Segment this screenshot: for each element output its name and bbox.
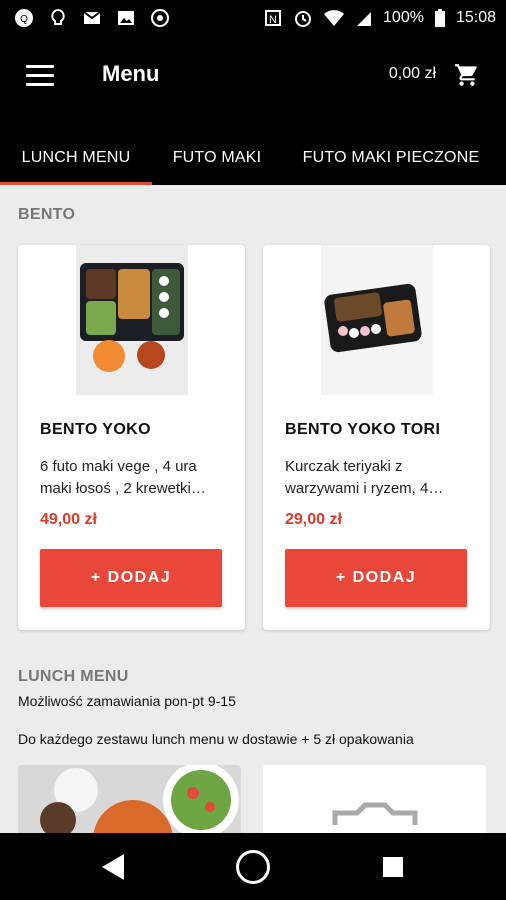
category-tabs: LUNCH MENU FUTO MAKI FUTO MAKI PIECZONE — [0, 130, 506, 185]
alarm-icon — [295, 10, 312, 27]
section-note: Możliwość zamawiania pon-pt 9-15 — [18, 693, 236, 709]
tab-futo-maki[interactable]: FUTO MAKI — [152, 130, 282, 185]
menu-content[interactable]: BENTO BENTO YOKO 6 futo maki vege , 4 ur… — [0, 185, 506, 833]
page-title: Menu — [102, 61, 160, 86]
product-card[interactable] — [18, 765, 241, 833]
app-notification-icon: Q — [15, 8, 33, 27]
section-title-lunch-menu: LUNCH MENU — [18, 668, 129, 685]
product-price: 29,00 zł — [285, 511, 342, 528]
wifi-icon — [324, 9, 345, 26]
product-name: BENTO YOKO — [40, 421, 151, 438]
svg-text:N: N — [269, 14, 277, 26]
svg-text:Q: Q — [20, 14, 28, 25]
product-price: 49,00 zł — [40, 511, 97, 528]
cart-icon[interactable] — [454, 62, 480, 88]
add-to-cart-button[interactable]: + DODAJ — [40, 549, 222, 607]
lightbulb-icon — [51, 8, 65, 25]
battery-icon — [434, 8, 445, 27]
product-description: Kurczak teriyaki z warzywami i ryzem, 4 … — [285, 458, 429, 497]
system-icons: N 100% 15:08 — [263, 8, 496, 28]
gmail-icon — [83, 10, 101, 24]
navigation-bar — [0, 833, 506, 900]
home-icon[interactable] — [236, 850, 270, 884]
tab-futo-maki-pieczone[interactable]: FUTO MAKI PIECZONE — [282, 130, 500, 185]
product-name: BENTO YOKO TORI — [285, 421, 441, 438]
sync-icon — [151, 8, 169, 27]
clock: 15:08 — [455, 8, 496, 26]
product-card[interactable]: BENTO YOKO 6 futo maki vege , 4 ura maki… — [18, 245, 245, 630]
product-image — [321, 245, 433, 395]
product-card[interactable]: BENTO YOKO TORI Kurczak teriyaki z warzy… — [263, 245, 490, 630]
product-description: 6 futo maki vege , 4 ura maki łosoś , 2 … — [40, 458, 197, 497]
back-icon[interactable] — [100, 853, 126, 881]
section-title-bento: BENTO — [18, 206, 76, 223]
app-bar: Menu 0,00 zł LUNCH MENU FUTO MAKI FUTO M… — [0, 35, 506, 185]
product-image — [76, 245, 188, 395]
product-image — [18, 765, 241, 833]
image-icon — [118, 10, 134, 25]
notification-icons: Q — [14, 8, 170, 28]
camera-placeholder-icon — [263, 765, 486, 833]
product-card[interactable] — [263, 765, 486, 833]
cart-total: 0,00 zł — [388, 65, 436, 82]
status-bar: Q N 100% 15:08 — [0, 0, 506, 35]
nfc-icon: N — [265, 9, 282, 26]
add-to-cart-button[interactable]: + DODAJ — [285, 549, 467, 607]
signal-icon — [357, 11, 372, 26]
tab-lunch-menu[interactable]: LUNCH MENU — [0, 130, 152, 185]
menu-icon[interactable] — [26, 65, 54, 87]
recent-apps-icon[interactable] — [383, 857, 403, 877]
battery-percent: 100% — [383, 8, 424, 26]
section-note: Do każdego zestawu lunch menu w dostawie… — [18, 731, 414, 747]
